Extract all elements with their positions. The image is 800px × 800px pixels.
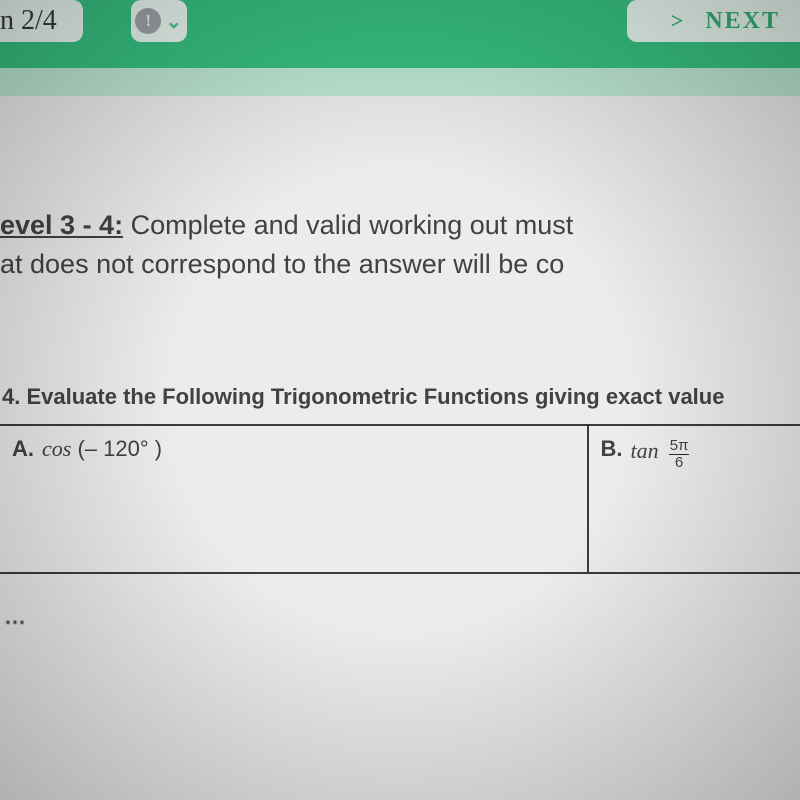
chevron-down-icon: ⌄ — [165, 9, 182, 34]
instructions-line1: Complete and valid working out must — [123, 210, 573, 240]
cutoff-text: … — [0, 604, 800, 630]
question-grid: A. cos (– 120° ) B. tan 5π 6 — [0, 424, 800, 574]
cell-b-fraction: 5π 6 — [669, 438, 690, 470]
cell-a-func: cos — [42, 436, 71, 461]
cell-a-arg: (– 120° ) — [77, 436, 162, 461]
instructions-block: evel 3 - 4: Complete and valid working o… — [0, 96, 800, 284]
fraction-numerator: 5π — [669, 438, 690, 455]
cell-b-letter: B. — [601, 436, 623, 462]
question-title: 4. Evaluate the Following Trigonometric … — [0, 284, 800, 424]
next-button[interactable]: > NEXT — [627, 0, 800, 42]
worksheet: evel 3 - 4: Complete and valid working o… — [0, 96, 800, 800]
progress-indicator: n 2/4 — [0, 0, 83, 42]
next-label: NEXT — [705, 8, 780, 35]
alert-icon: ! — [135, 8, 161, 34]
chevron-right-icon: > — [671, 8, 686, 34]
progress-text: n 2/4 — [0, 5, 57, 37]
fraction-denominator: 6 — [675, 455, 683, 470]
status-dropdown[interactable]: ! ⌄ — [131, 0, 187, 42]
cell-a: A. cos (– 120° ) — [0, 426, 587, 572]
cell-a-letter: A. — [12, 436, 34, 462]
level-label: evel 3 - 4: — [0, 210, 123, 240]
top-bar: n 2/4 ! ⌄ > NEXT — [0, 0, 800, 68]
instructions-line2: at does not correspond to the answer wil… — [0, 245, 800, 284]
cell-b-func: tan — [631, 438, 659, 463]
cell-b: B. tan 5π 6 — [587, 426, 800, 572]
divider-bar — [0, 68, 800, 96]
